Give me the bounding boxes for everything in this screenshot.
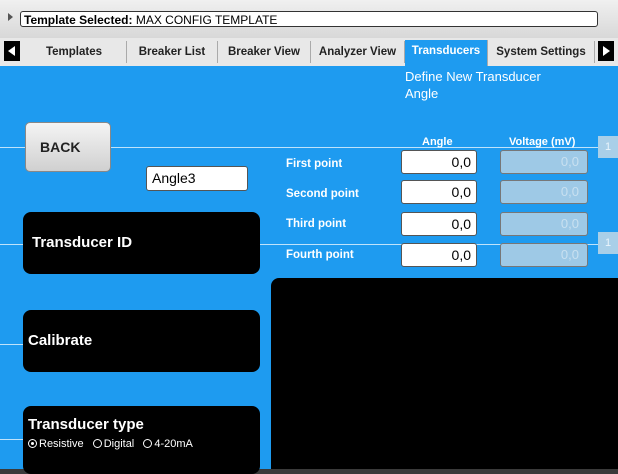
radio-selected-icon: [28, 439, 37, 448]
chevron-left-icon: [8, 46, 15, 56]
back-button[interactable]: BACK: [25, 122, 111, 172]
transducer-id-label: Transducer ID: [32, 234, 133, 251]
third-point-label: Third point: [286, 218, 347, 230]
template-name: MAX CONFIG TEMPLATE: [135, 13, 278, 27]
plot-display-area: [271, 278, 618, 469]
page-title-line1: Define New Transducer: [405, 69, 541, 84]
radio-digital-label: Digital: [103, 438, 135, 450]
radio-unselected-icon: [92, 439, 102, 448]
pointer-icon: [8, 13, 13, 21]
radio-unselected-icon: [143, 439, 153, 448]
fourth-point-angle-input[interactable]: 0,0: [401, 243, 477, 267]
calibrate-label: Calibrate: [28, 332, 93, 349]
first-point-label: First point: [286, 158, 343, 170]
divider-line: [0, 147, 25, 148]
divider-line: [0, 439, 25, 440]
tab-templates[interactable]: Templates: [22, 41, 127, 63]
tab-breaker-view[interactable]: Breaker View: [218, 41, 311, 63]
title-bar: Template Selected: MAX CONFIG TEMPLATE: [0, 0, 618, 38]
radio-4-20ma[interactable]: 4-20mA: [143, 438, 193, 450]
voltage-column-header: Voltage (mV): [509, 136, 576, 148]
angle-column-header: Angle: [422, 136, 453, 148]
main-panel: Define New Transducer Angle BACK Angle V…: [0, 66, 618, 474]
radio-4-20ma-label: 4-20mA: [154, 438, 193, 450]
template-selected-label: Template Selected:: [24, 13, 133, 27]
tab-transducers[interactable]: Transducers: [405, 40, 488, 66]
page-title: Define New Transducer Angle: [405, 68, 541, 102]
divider-line: [0, 244, 25, 245]
tab-analyzer-view[interactable]: Analyzer View: [311, 41, 405, 63]
tab-scroll-left-button[interactable]: [4, 41, 20, 61]
fourth-point-label: Fourth point: [286, 249, 354, 261]
transducer-id-input[interactable]: Angle3: [146, 166, 248, 191]
transducer-type-options: Resistive Digital 4-20mA: [28, 438, 199, 450]
second-point-voltage-input: 0,0: [500, 180, 588, 204]
radio-resistive[interactable]: Resistive: [28, 438, 84, 450]
fourth-point-voltage-input: 0,0: [500, 243, 588, 267]
tab-scroll-right-button[interactable]: [598, 41, 614, 61]
tab-system-settings[interactable]: System Settings: [488, 41, 595, 63]
tab-breaker-list[interactable]: Breaker List: [127, 41, 218, 63]
transducer-type-label: Transducer type: [28, 416, 144, 433]
page-title-line2: Angle: [405, 86, 439, 101]
tab-bar: Templates Breaker List Breaker View Anal…: [0, 38, 618, 67]
second-point-label: Second point: [286, 188, 359, 200]
side-marker: 1: [598, 136, 618, 158]
third-point-angle-input[interactable]: 0,0: [401, 212, 477, 236]
third-point-voltage-input: 0,0: [500, 212, 588, 236]
radio-resistive-label: Resistive: [39, 438, 84, 450]
first-point-voltage-input: 0,0: [500, 150, 588, 174]
first-point-angle-input[interactable]: 0,0: [401, 150, 477, 174]
second-point-angle-input[interactable]: 0,0: [401, 180, 477, 204]
divider-line: [0, 344, 25, 345]
radio-digital[interactable]: Digital: [92, 438, 135, 450]
side-marker: 1: [598, 232, 618, 254]
chevron-right-icon: [603, 46, 610, 56]
template-selected-field: Template Selected: MAX CONFIG TEMPLATE: [20, 11, 598, 27]
